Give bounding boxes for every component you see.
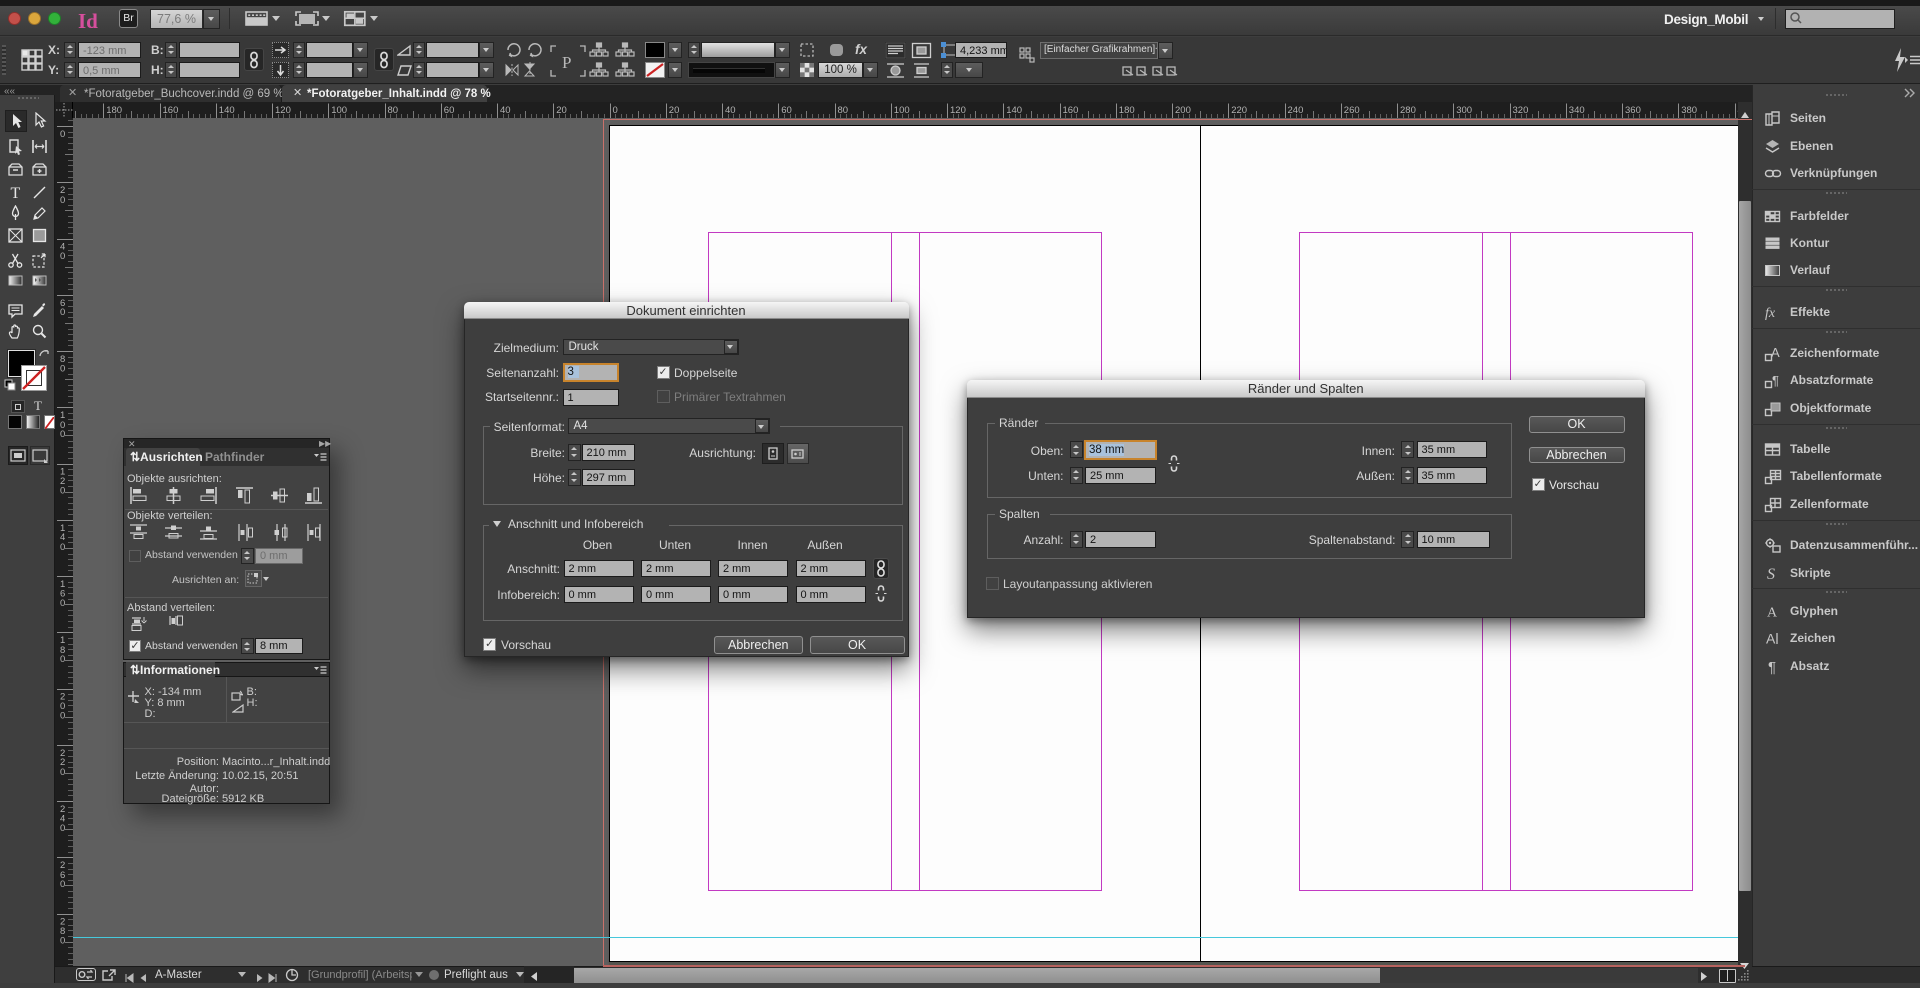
svg-text:40: 40: [500, 105, 511, 116]
svg-text:A: A: [1766, 631, 1776, 647]
svg-text:¶: ¶: [1768, 659, 1776, 675]
svg-text:240: 240: [1288, 105, 1304, 116]
svg-text:0: 0: [60, 251, 65, 262]
svg-text:0: 0: [60, 485, 65, 496]
svg-text:P: P: [562, 53, 571, 72]
svg-text:20: 20: [669, 105, 680, 116]
svg-text:A: A: [1767, 605, 1778, 620]
svg-text:200: 200: [1175, 105, 1191, 116]
svg-text:60: 60: [781, 105, 792, 116]
svg-text:320: 320: [1513, 105, 1529, 116]
svg-text:160: 160: [1063, 105, 1079, 116]
svg-text:0: 0: [60, 541, 65, 552]
svg-text:0: 0: [60, 598, 65, 609]
svg-text:0: 0: [60, 307, 65, 318]
svg-text:80: 80: [388, 105, 399, 116]
svg-text:300: 300: [1456, 105, 1472, 116]
svg-text:40: 40: [725, 105, 736, 116]
svg-text:80: 80: [838, 105, 849, 116]
svg-text:0: 0: [613, 105, 618, 116]
svg-text:180: 180: [1119, 105, 1135, 116]
svg-text:¶: ¶: [1772, 373, 1779, 388]
svg-text:0: 0: [60, 710, 65, 721]
svg-text:0: 0: [60, 129, 65, 140]
svg-text:0: 0: [60, 194, 65, 205]
svg-text:120: 120: [275, 105, 291, 116]
svg-text:100: 100: [894, 105, 910, 116]
svg-text:360: 360: [1625, 105, 1641, 116]
svg-text:340: 340: [1569, 105, 1585, 116]
svg-text:0: 0: [60, 935, 65, 946]
svg-text:0: 0: [60, 879, 65, 890]
svg-text:260: 260: [1344, 105, 1360, 116]
svg-text:A: A: [1771, 345, 1780, 360]
svg-text:380: 380: [1681, 105, 1697, 116]
svg-text:0: 0: [60, 823, 65, 834]
svg-text:S: S: [1767, 566, 1775, 582]
svg-text:140: 140: [1006, 105, 1022, 116]
svg-text:100: 100: [331, 105, 347, 116]
svg-text:T: T: [11, 185, 21, 201]
svg-text:20: 20: [556, 105, 567, 116]
svg-text:180: 180: [106, 105, 122, 116]
svg-text:0: 0: [60, 654, 65, 665]
svg-text:140: 140: [219, 105, 235, 116]
svg-text:0: 0: [60, 429, 65, 440]
svg-text:fx: fx: [1765, 306, 1776, 321]
svg-text:60: 60: [444, 105, 455, 116]
svg-text:160: 160: [163, 105, 179, 116]
svg-text:0: 0: [60, 766, 65, 777]
svg-text:220: 220: [1231, 105, 1247, 116]
svg-text:120: 120: [950, 105, 966, 116]
svg-text:0: 0: [60, 363, 65, 374]
svg-text:280: 280: [1400, 105, 1416, 116]
